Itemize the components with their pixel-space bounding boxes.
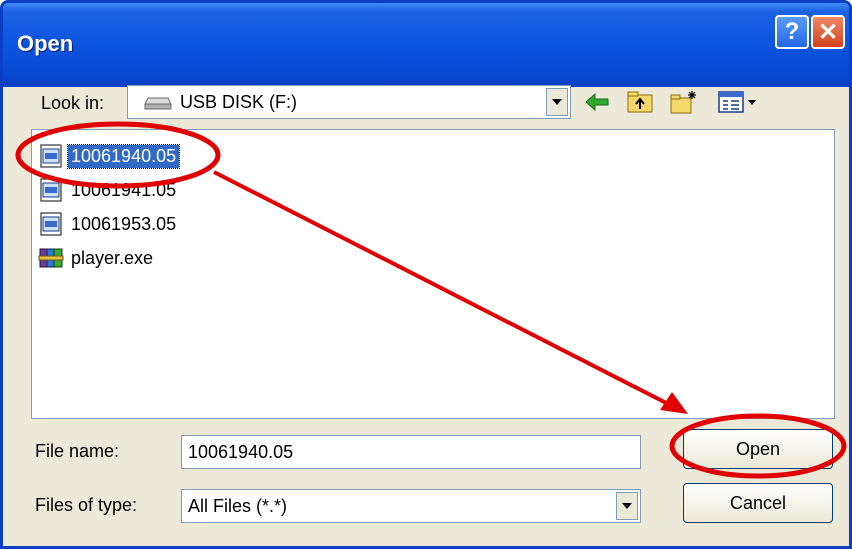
title-bar[interactable]: Open ? ✕ — [3, 3, 849, 87]
usb-drive-icon — [144, 97, 172, 110]
open-button[interactable]: Open — [683, 429, 833, 469]
close-icon: ✕ — [817, 18, 839, 46]
file-name-label: 10061953.05 — [71, 213, 177, 234]
look-in-dropdown-arrow[interactable] — [546, 88, 568, 116]
open-button-label: Open — [735, 438, 781, 459]
up-folder-icon — [627, 91, 653, 113]
file-item-player[interactable]: player.exe — [38, 244, 156, 272]
view-menu-icon — [718, 91, 756, 113]
file-name-label: player.exe — [71, 247, 154, 268]
chevron-down-icon — [552, 99, 562, 105]
file-name-input-value: 10061940.05 — [188, 442, 294, 462]
look-in-label: Look in: — [41, 93, 105, 113]
file-type-value: All Files (*.*) — [188, 496, 288, 516]
help-icon: ? — [784, 18, 800, 45]
up-folder-button[interactable] — [625, 87, 655, 117]
look-in-value: USB DISK (F:) — [180, 92, 298, 112]
file-name-field-label: File name: — [35, 441, 120, 461]
file-item-10061940[interactable]: 10061940.05 — [38, 142, 181, 170]
new-folder-button[interactable] — [669, 87, 699, 117]
file-name-label: 10061941.05 — [71, 179, 177, 200]
file-item-10061953[interactable]: 10061953.05 — [38, 210, 179, 238]
file-name-label: 10061940.05 — [66, 143, 181, 169]
chevron-down-icon — [622, 503, 632, 509]
open-dialog: Open ? ✕ Look in: USB DISK (F:) 10061940… — [0, 0, 852, 549]
document-icon — [40, 212, 62, 236]
back-arrow-icon — [586, 93, 609, 111]
help-button[interactable]: ? — [775, 15, 809, 49]
file-name-input[interactable]: 10061940.05 — [181, 435, 641, 469]
cancel-button-label: Cancel — [729, 492, 787, 513]
document-icon — [40, 144, 62, 168]
file-type-dropdown-arrow[interactable] — [616, 492, 638, 520]
close-button[interactable]: ✕ — [811, 15, 845, 49]
file-item-10061941[interactable]: 10061941.05 — [38, 176, 179, 204]
view-menu-button[interactable] — [715, 87, 761, 117]
archive-icon — [38, 248, 64, 268]
back-button[interactable] — [583, 87, 613, 117]
cancel-button[interactable]: Cancel — [683, 483, 833, 523]
file-type-dropdown[interactable]: All Files (*.*) — [181, 489, 641, 523]
file-type-field-label: Files of type: — [35, 495, 138, 515]
dialog-title: Open — [17, 31, 74, 56]
file-list[interactable]: 10061940.05 10061941.05 10061953.05 play… — [31, 129, 835, 419]
document-icon — [40, 178, 62, 202]
look-in-dropdown[interactable]: USB DISK (F:) — [127, 85, 571, 119]
new-folder-icon — [670, 91, 696, 114]
